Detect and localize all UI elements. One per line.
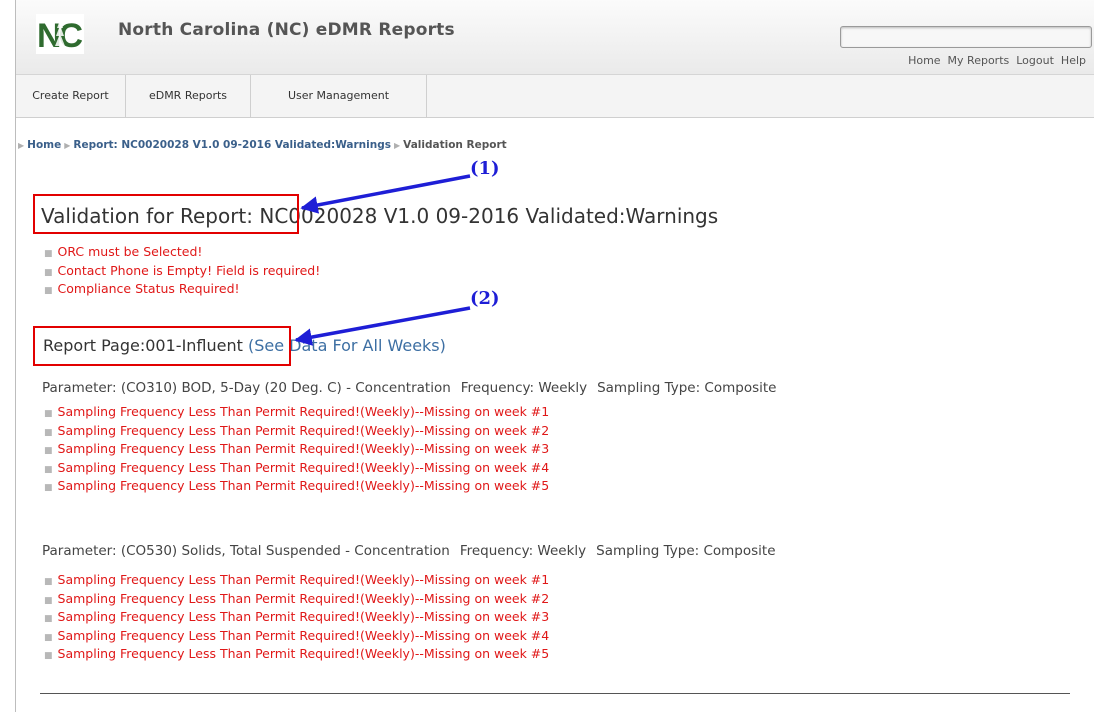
list-item: ■ Sampling Frequency Less Than Permit Req… — [44, 422, 549, 441]
report-error-list: ■ ORC must be Selected! ■ Contact Phone is… — [44, 243, 320, 299]
bullet-icon: ■ — [44, 483, 53, 493]
tab-edmr-reports[interactable]: eDMR Reports — [126, 75, 251, 117]
tab-create-report[interactable]: Create Report — [16, 75, 126, 117]
breadcrumb-arrow-icon: ▶ — [393, 140, 401, 150]
parameter-message-list: ■ Sampling Frequency Less Than Permit Req… — [44, 571, 549, 664]
callout-label-1: (1) — [470, 158, 500, 179]
callout-label-2: (2) — [470, 288, 500, 309]
top-link-my-reports[interactable]: My Reports — [948, 54, 1010, 67]
top-links: Home My Reports Logout Help — [908, 54, 1086, 67]
parameter-name: Parameter: (CO530) Solids, Total Suspend… — [42, 543, 450, 559]
breadcrumb-report[interactable]: Report: NC0020028 V1.0 09-2016 Validated… — [73, 139, 391, 151]
top-link-home[interactable]: Home — [908, 54, 940, 67]
list-item: ■ Sampling Frequency Less Than Permit Req… — [44, 440, 549, 459]
breadcrumb-current: Validation Report — [403, 139, 507, 151]
list-item: ■ Sampling Frequency Less Than Permit Req… — [44, 590, 549, 609]
breadcrumb: ▶ Home ▶ Report: NC0020028 V1.0 09-2016 … — [18, 139, 507, 151]
page-title-report-id: NC0020028 V1.0 09-2016 Validated:Warning… — [253, 204, 719, 228]
list-item: ■ Sampling Frequency Less Than Permit Req… — [44, 571, 549, 590]
list-item: ■ Sampling Frequency Less Than Permit Req… — [44, 608, 549, 627]
report-error-item: ■ ORC must be Selected! — [44, 243, 320, 262]
list-item: ■ Sampling Frequency Less Than Permit Req… — [44, 403, 549, 422]
bullet-icon: ■ — [44, 651, 53, 661]
header: NC North Carolina (NC) eDMR Reports Home… — [16, 0, 1094, 74]
top-link-logout[interactable]: Logout — [1016, 54, 1054, 67]
list-item: ■ Sampling Frequency Less Than Permit Req… — [44, 477, 549, 496]
report-error-item: ■ Contact Phone is Empty! Field is requir… — [44, 262, 320, 281]
tab-user-management[interactable]: User Management — [251, 75, 427, 117]
list-item: ■ Sampling Frequency Less Than Permit Req… — [44, 627, 549, 646]
parameter-heading: Parameter: (CO310) BOD, 5-Day (20 Deg. C… — [42, 380, 776, 396]
breadcrumb-arrow-icon: ▶ — [18, 140, 25, 150]
search-input[interactable] — [840, 26, 1092, 48]
nc-logo-icon[interactable]: NC — [36, 14, 84, 54]
breadcrumb-arrow-icon: ▶ — [64, 140, 71, 150]
bullet-icon: ■ — [44, 286, 53, 296]
parameter-message-list: ■ Sampling Frequency Less Than Permit Req… — [44, 403, 549, 496]
bullet-icon: ■ — [44, 249, 53, 259]
bullet-icon: ■ — [44, 409, 53, 419]
callout-box-1 — [33, 194, 299, 234]
breadcrumb-home[interactable]: Home — [27, 139, 61, 151]
section-divider — [40, 693, 1070, 694]
report-error-item: ■ Compliance Status Required! — [44, 280, 320, 299]
app-title: North Carolina (NC) eDMR Reports — [118, 20, 455, 40]
parameter-frequency: Frequency: Weekly — [459, 543, 587, 559]
bullet-icon: ■ — [44, 446, 53, 456]
bullet-icon: ■ — [44, 577, 53, 587]
bullet-icon: ■ — [44, 614, 53, 624]
parameter-sampling-type: Sampling Type: Composite — [597, 380, 777, 396]
main-nav: Create Report eDMR Reports User Manageme… — [16, 74, 1094, 118]
list-item: ■ Sampling Frequency Less Than Permit Req… — [44, 645, 549, 664]
callout-box-2 — [33, 326, 291, 366]
parameter-sampling-type: Sampling Type: Composite — [596, 543, 776, 559]
parameter-name: Parameter: (CO310) BOD, 5-Day (20 Deg. C… — [42, 380, 451, 396]
list-item: ■ Sampling Frequency Less Than Permit Req… — [44, 459, 549, 478]
top-link-help[interactable]: Help — [1061, 54, 1086, 67]
parameter-frequency: Frequency: Weekly — [460, 380, 588, 396]
parameter-heading: Parameter: (CO530) Solids, Total Suspend… — [42, 543, 776, 559]
